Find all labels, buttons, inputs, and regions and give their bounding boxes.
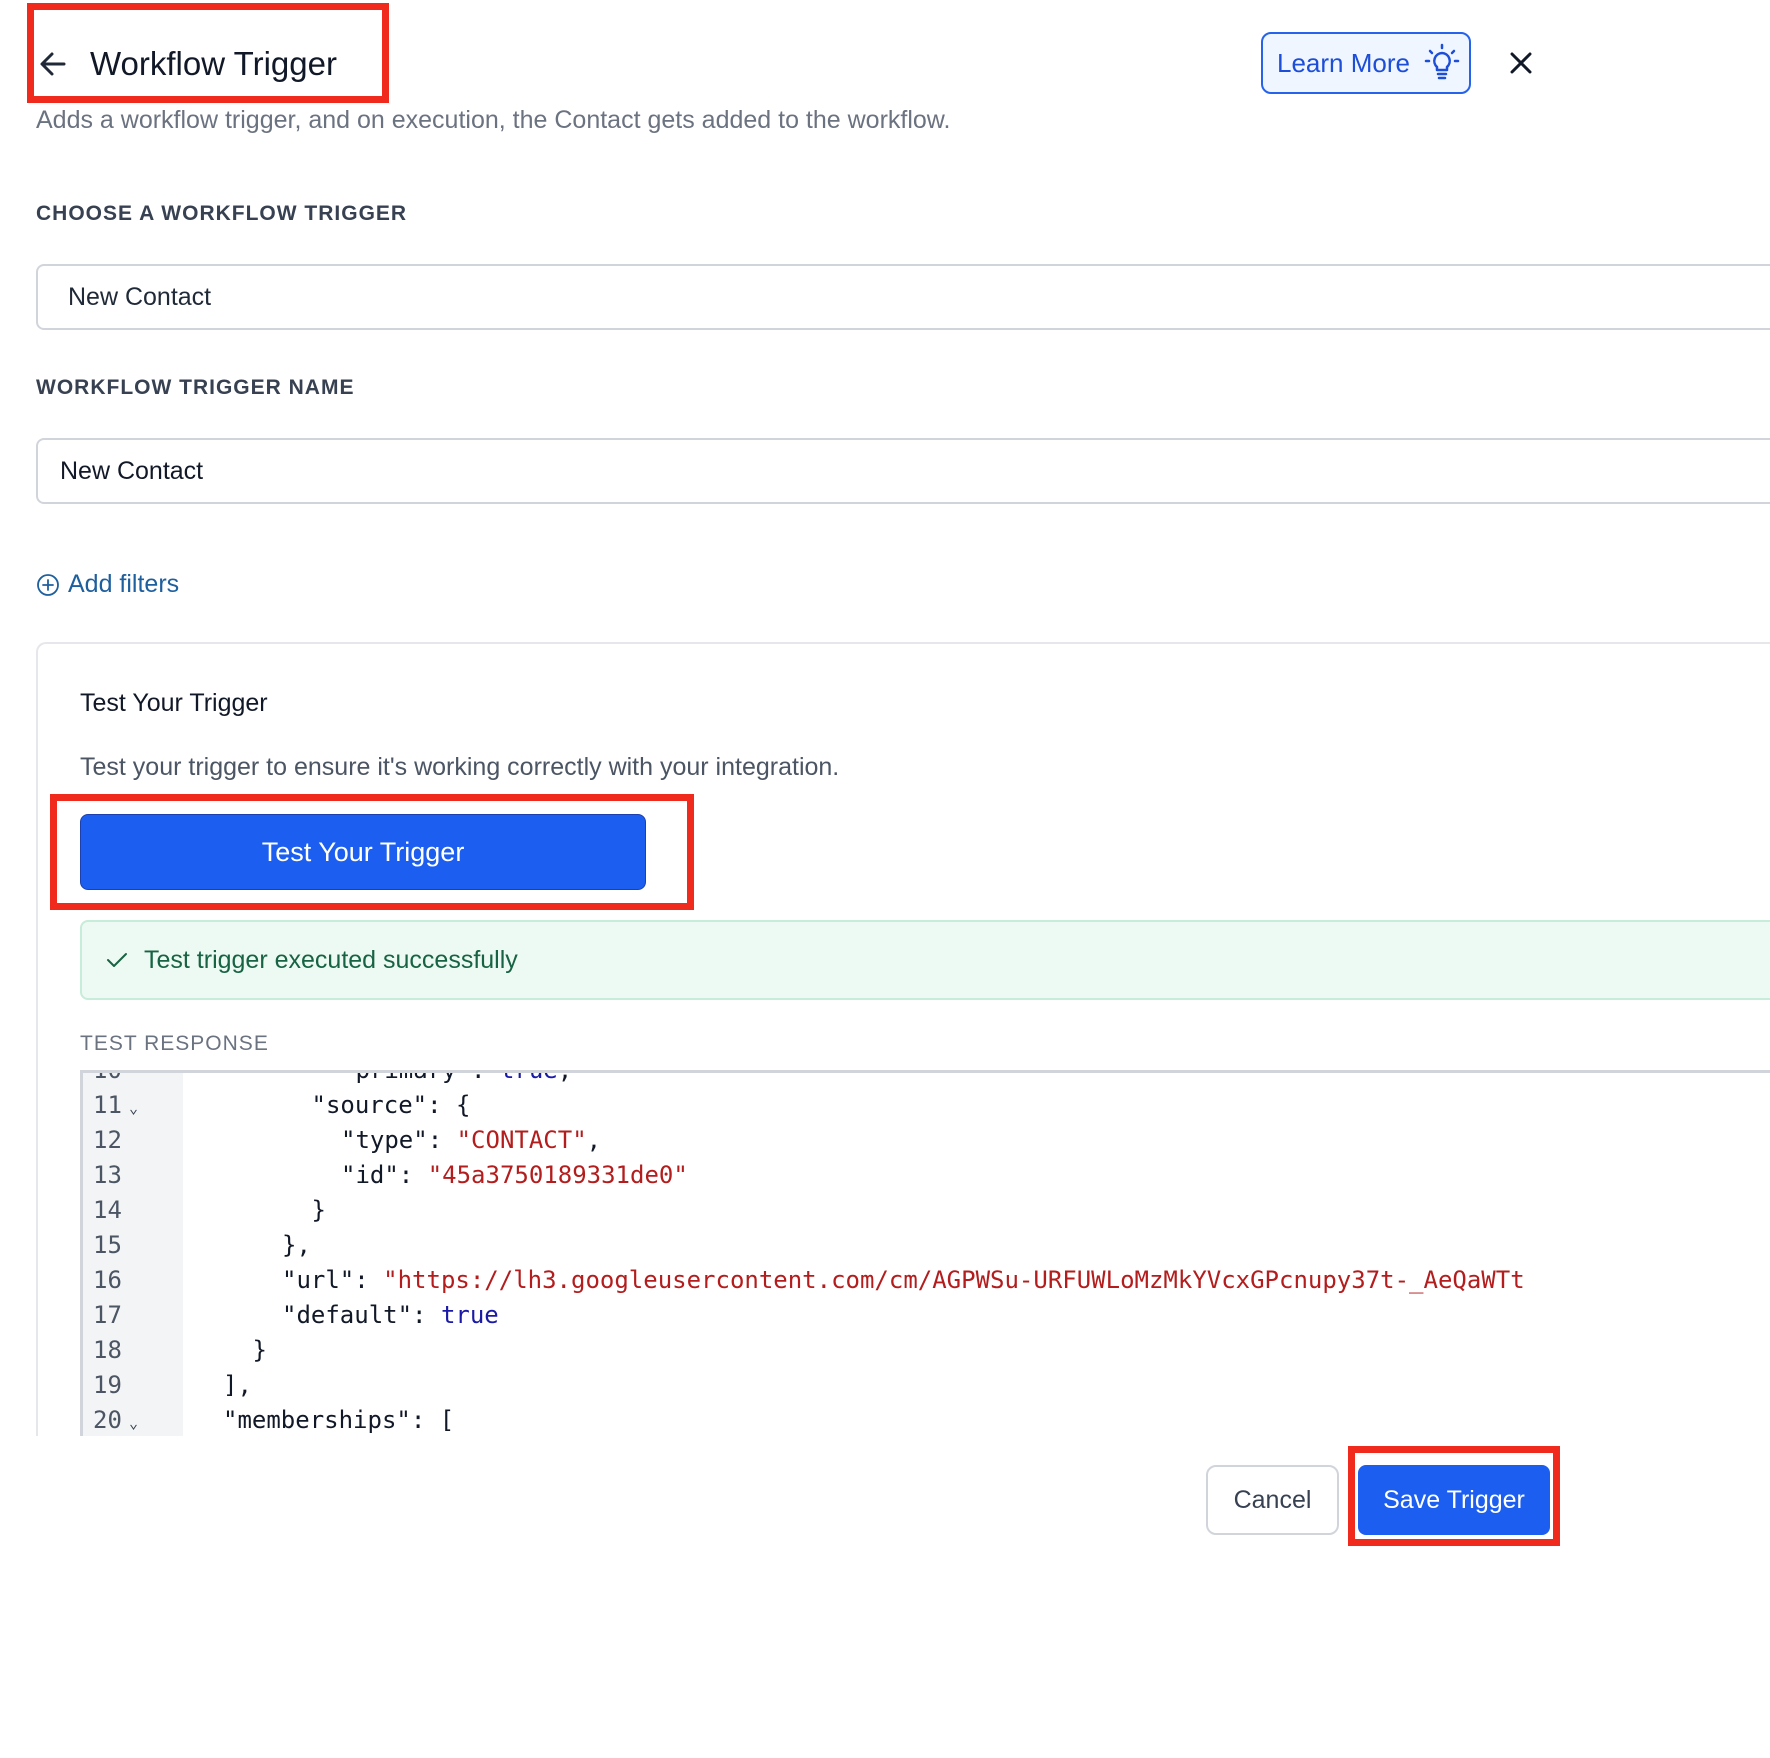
code-token: ], [223,1371,252,1399]
add-filters-label: Add filters [68,570,180,598]
code-line: 10 "primary": true, [83,1070,1770,1088]
learn-more-label: Learn More [1277,47,1410,78]
trigger-name-input[interactable]: New Contact [36,438,1770,504]
trigger-select-value: New Contact [68,282,212,311]
code-token: "CONTACT" [456,1126,587,1154]
code-text: } [312,1193,326,1228]
code-token: "url": [282,1266,384,1294]
code-token: "45a3750189331de0" [427,1161,688,1189]
code-token: "source": { [311,1091,471,1119]
code-token: true [499,1070,558,1084]
code-token: "memberships": [ [223,1406,455,1434]
test-response-label: TEST RESPONSE [80,1032,269,1055]
code-token: "https://lh3.googleusercontent.com/cm/AG… [383,1266,1525,1294]
arrow-left-icon[interactable] [38,44,68,84]
code-token: "type": [341,1126,457,1154]
chevron-down-icon[interactable]: ⌄ [129,1091,138,1126]
test-description: Test your trigger to ensure it's working… [80,753,840,781]
code-text: "default": true [282,1298,499,1333]
line-number: 13 [93,1161,122,1189]
code-text: "memberships": [ [223,1403,454,1436]
page-subtitle: Adds a workflow trigger, and on executio… [36,106,951,134]
code-token: "default": [282,1301,441,1329]
line-number: 17 [93,1301,122,1329]
line-number: 15 [93,1231,122,1259]
code-line: 18} [83,1333,1770,1368]
code-viewer[interactable]: 10 "primary": true, 11 ⌄ "source": {12 "type"… [80,1070,1770,1436]
trigger-select-label: CHOOSE A WORKFLOW TRIGGER [36,202,408,225]
code-text: ], [223,1368,252,1403]
add-filters-link[interactable]: Add filters [36,570,179,599]
success-message: Test trigger executed successfully [144,945,518,974]
code-text: "id": "45a3750189331de0" [341,1158,688,1193]
code-token: } [252,1336,267,1364]
code-line: 12 "type": "CONTACT", [83,1123,1770,1158]
code-line: 14} [83,1193,1770,1228]
code-token: }, [282,1231,311,1259]
code-line: 13 "id": "45a3750189331de0" [83,1158,1770,1193]
code-text: }, [282,1228,311,1263]
success-banner: Test trigger executed successfully [80,920,1770,1000]
line-number: 12 [93,1126,122,1154]
code-line: 15}, [83,1228,1770,1263]
code-line: 16 "url": "https://lh3.googleusercontent.… [83,1263,1770,1298]
code-line: 19], [83,1368,1770,1403]
line-number: 10 [93,1070,122,1084]
code-token: } [311,1196,326,1224]
trigger-name-value: New Contact [60,456,204,485]
page-title: Workflow Trigger [90,45,337,82]
line-number: 16 [93,1266,122,1294]
check-icon [106,951,128,969]
code-token: , [586,1126,602,1154]
trigger-name-label: WORKFLOW TRIGGER NAME [36,376,355,399]
code-line: 11 ⌄ "source": { [83,1088,1770,1123]
save-trigger-button[interactable]: Save Trigger [1358,1465,1550,1535]
code-token: "id": [341,1161,428,1189]
chevron-down-icon[interactable]: ⌄ [129,1406,138,1436]
code-line: 20 ⌄ "memberships": [ [83,1403,1770,1436]
line-number: 18 [93,1336,122,1364]
lightbulb-icon [1424,43,1460,83]
trigger-select[interactable]: New Contact [36,264,1770,330]
test-trigger-button[interactable]: Test Your Trigger [80,814,646,890]
code-text: "type": "CONTACT", [341,1123,601,1158]
code-token: true [440,1301,499,1329]
cancel-button[interactable]: Cancel [1206,1465,1339,1535]
code-token: , [557,1070,573,1084]
line-number: 14 [93,1196,122,1224]
learn-more-button[interactable]: Learn More [1261,32,1471,94]
code-text: } [253,1333,267,1368]
test-heading: Test Your Trigger [80,689,268,717]
code-line: 17 "default": true [83,1298,1770,1333]
line-number: 19 [93,1371,122,1399]
code-text: "url": "https://lh3.googleusercontent.co… [282,1263,1525,1298]
plus-circle-icon [36,573,60,597]
code-text: "primary": true, [341,1070,573,1088]
code-text: "source": { [312,1088,471,1123]
code-token: "primary": [341,1070,500,1084]
close-icon[interactable] [1505,46,1537,80]
